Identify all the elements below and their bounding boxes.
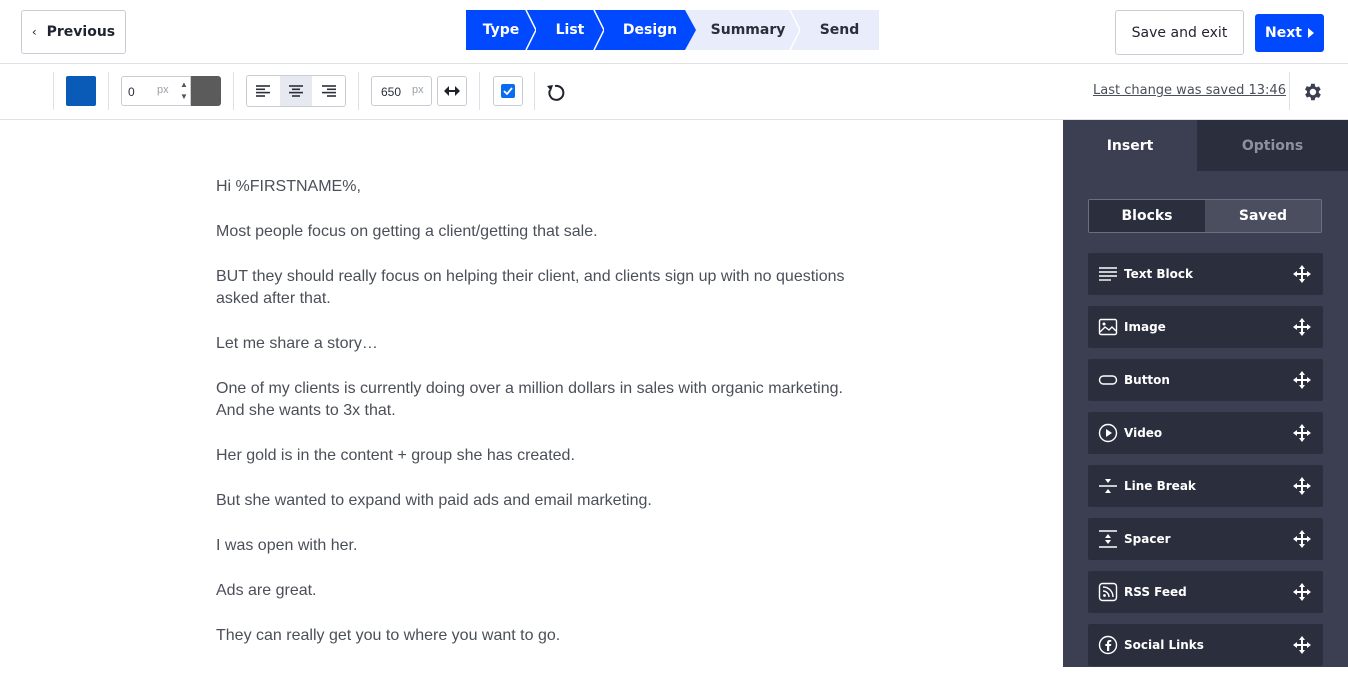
block-text-block[interactable]: Text Block xyxy=(1088,253,1323,295)
last-saved-link[interactable]: Last change was saved 13:46 xyxy=(1093,83,1286,98)
caret-right-icon xyxy=(1307,28,1314,38)
toolbar-divider xyxy=(479,72,480,110)
toolbar-divider xyxy=(534,72,535,110)
social-links-icon xyxy=(1098,635,1118,655)
undo-icon[interactable] xyxy=(544,82,566,104)
block-spacer[interactable]: Spacer xyxy=(1088,518,1323,560)
arrows-horizontal-icon xyxy=(444,86,460,96)
toolbar-divider xyxy=(1289,72,1290,110)
block-line-break[interactable]: Line Break xyxy=(1088,465,1323,507)
drag-move-icon[interactable] xyxy=(1293,371,1311,389)
step-send[interactable]: Send xyxy=(800,10,879,50)
line-break-icon xyxy=(1099,479,1117,493)
stepper-up-icon[interactable]: ▲ xyxy=(177,79,191,91)
next-button[interactable]: Next xyxy=(1255,14,1324,52)
block-image[interactable]: Image xyxy=(1088,306,1323,348)
button-icon xyxy=(1098,375,1118,385)
email-paragraph: Her gold is in the content + group she h… xyxy=(216,447,575,464)
wizard-steps: Type List Design Summary Send xyxy=(466,10,879,50)
option-checkbox[interactable] xyxy=(493,76,523,106)
gear-icon[interactable] xyxy=(1301,81,1323,103)
email-paragraph: Ads are great. xyxy=(216,582,317,599)
tab-insert[interactable]: Insert xyxy=(1063,120,1197,171)
email-paragraph: But she wanted to expand with paid ads a… xyxy=(216,492,652,509)
drag-move-icon[interactable] xyxy=(1293,424,1311,442)
text-block-icon xyxy=(1099,267,1117,281)
email-paragraph: Hi %FIRSTNAME%, xyxy=(216,178,361,195)
step-summary[interactable]: Summary xyxy=(696,10,801,50)
email-canvas: Hi %FIRSTNAME%, Most people focus on get… xyxy=(0,120,1063,667)
email-paragraph: I was open with her. xyxy=(216,537,358,554)
tab-options[interactable]: Options xyxy=(1197,120,1348,171)
email-paragraph: Let me share a story… xyxy=(216,335,378,352)
align-right-icon xyxy=(321,85,336,97)
border-color-picker[interactable] xyxy=(191,76,221,106)
toolbar-divider xyxy=(53,72,54,110)
block-rss-feed[interactable]: RSS Feed xyxy=(1088,571,1323,613)
background-color-picker[interactable] xyxy=(66,76,96,106)
image-icon xyxy=(1098,318,1118,336)
sidebar-tabs: Insert Options xyxy=(1063,120,1348,171)
checkbox-checked-icon xyxy=(501,84,515,98)
toolbar-divider xyxy=(233,72,234,110)
drag-move-icon[interactable] xyxy=(1293,530,1311,548)
content-width-input[interactable]: 650 px xyxy=(371,76,432,106)
align-center-icon xyxy=(289,85,303,97)
email-paragraph: Most people focus on getting a client/ge… xyxy=(216,223,598,240)
insert-sidebar: Insert Options Blocks Saved Text Block I… xyxy=(1063,120,1348,667)
design-toolbar: 0 px ▲ ▼ 650 px Last change was saved 13… xyxy=(0,64,1348,120)
rss-feed-icon xyxy=(1098,582,1118,602)
previous-label: Previous xyxy=(46,24,116,40)
align-left-icon xyxy=(256,85,271,97)
drag-move-icon[interactable] xyxy=(1293,265,1311,283)
stepper[interactable]: ▲ ▼ xyxy=(177,79,191,105)
block-video[interactable]: Video xyxy=(1088,412,1323,454)
toolbar-divider xyxy=(108,72,109,110)
email-paragraph: One of my clients is currently doing ove… xyxy=(216,380,843,419)
previous-button[interactable]: ‹ Previous xyxy=(21,10,126,54)
border-width-input[interactable]: 0 px ▲ ▼ xyxy=(121,76,191,106)
drag-move-icon[interactable] xyxy=(1293,477,1311,495)
align-center-button[interactable] xyxy=(279,76,313,106)
block-social-links[interactable]: Social Links xyxy=(1088,624,1323,666)
block-button[interactable]: Button xyxy=(1088,359,1323,401)
email-paragraph: They can really get you to where you wan… xyxy=(216,627,561,644)
alignment-group xyxy=(246,75,346,107)
align-left-button[interactable] xyxy=(247,76,280,106)
step-type[interactable]: Type xyxy=(466,10,537,50)
drag-move-icon[interactable] xyxy=(1293,636,1311,654)
drag-move-icon[interactable] xyxy=(1293,583,1311,601)
email-text-block[interactable]: Hi %FIRSTNAME%, Most people focus on get… xyxy=(216,176,856,667)
segment-saved[interactable]: Saved xyxy=(1205,200,1321,232)
stepper-down-icon[interactable]: ▼ xyxy=(177,91,191,103)
drag-move-icon[interactable] xyxy=(1293,318,1311,336)
chevron-left-icon: ‹ xyxy=(31,25,37,39)
spacer-icon xyxy=(1099,530,1117,548)
email-paragraph: BUT they should really focus on helping … xyxy=(216,268,845,307)
align-right-button[interactable] xyxy=(312,76,345,106)
top-bar: ‹ Previous Type List Design Summary Send… xyxy=(0,0,1348,64)
block-list: Text Block Image Button Video Line Break xyxy=(1088,253,1323,677)
full-width-button[interactable] xyxy=(437,76,467,106)
save-and-exit-button[interactable]: Save and exit xyxy=(1115,10,1244,55)
blocks-saved-toggle: Blocks Saved xyxy=(1088,199,1322,233)
step-design[interactable]: Design xyxy=(604,10,697,50)
toolbar-divider xyxy=(358,72,359,110)
segment-blocks[interactable]: Blocks xyxy=(1089,200,1205,232)
video-icon xyxy=(1098,423,1118,443)
step-list[interactable]: List xyxy=(536,10,605,50)
